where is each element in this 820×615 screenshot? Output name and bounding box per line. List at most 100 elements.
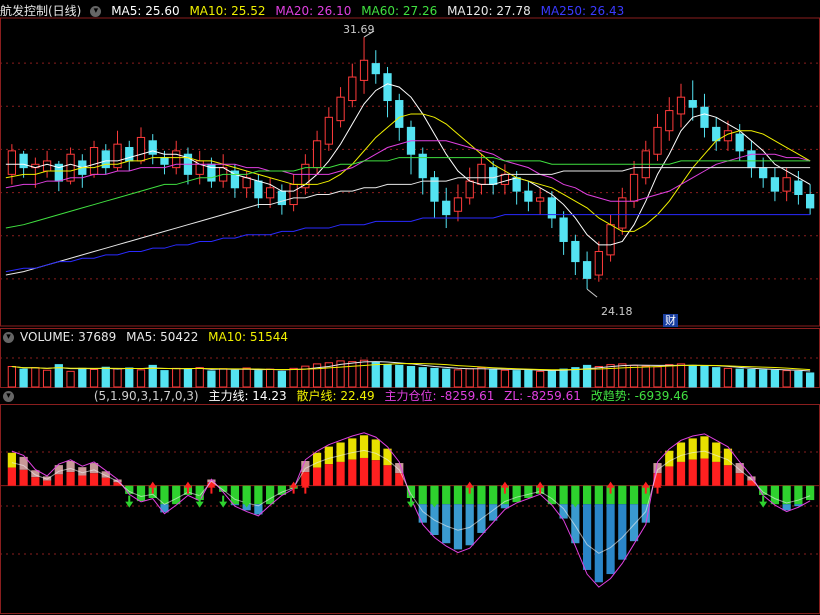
candle: [336, 87, 345, 128]
candle-body: [794, 180, 803, 195]
ma10-value: MA10: 25.52: [189, 4, 266, 18]
indicator-bar-upper: [618, 485, 627, 505]
volume-bar: [31, 367, 40, 388]
indicator-bar: [254, 485, 263, 515]
indicator-bar: [477, 485, 486, 533]
volume-bar: [735, 368, 744, 388]
candle-body: [289, 183, 298, 206]
volume-bar: [712, 367, 721, 388]
volume-options-icon[interactable]: ▾: [3, 332, 14, 343]
candle-body: [805, 193, 815, 209]
indicator-bar-upper: [489, 485, 498, 505]
candle: [535, 187, 545, 215]
indicator-bar-lower: [54, 474, 63, 486]
candle: [219, 154, 228, 188]
candle-body: [7, 150, 17, 175]
indicator-bar: [359, 435, 369, 486]
candle: [770, 167, 780, 202]
candle: [371, 50, 380, 84]
candle: [594, 241, 603, 282]
indicator-bar-upper: [700, 436, 709, 459]
candle: [453, 184, 463, 222]
indicator-bar-lower: [359, 457, 369, 486]
indicator-bar: [395, 463, 404, 486]
volume-bar: [66, 370, 75, 388]
candle: [78, 154, 87, 188]
indicator-bar: [442, 485, 451, 544]
candle-body: [348, 76, 357, 102]
candle-body: [735, 133, 744, 152]
volume-bar: [547, 369, 557, 388]
chart-options-icon[interactable]: ▾: [90, 6, 102, 17]
indicator-bar-lower: [31, 477, 40, 486]
candle: [805, 184, 815, 215]
volume-ma10: MA10: 51544: [208, 330, 289, 344]
indicator-bar-lower: [442, 504, 451, 544]
volume-bar: [688, 364, 697, 388]
indicator-bar-lower: [676, 461, 686, 486]
candle: [54, 160, 63, 192]
volume-bar: [524, 369, 533, 388]
candle: [571, 234, 580, 276]
indicator-bar-upper: [230, 485, 240, 505]
volume-bar: [277, 370, 287, 388]
ma60-value: MA60: 27.26: [361, 4, 438, 18]
indicator-bar: [712, 442, 721, 486]
indicator-bar: [665, 450, 674, 486]
candle-body: [66, 153, 75, 182]
candle: [700, 93, 709, 138]
volume-bar: [7, 366, 17, 388]
indicator-bar: [512, 485, 521, 503]
indicator-bar-lower: [66, 472, 75, 486]
candle: [101, 144, 110, 175]
volume-bar: [183, 368, 193, 388]
indicator-bar: [806, 485, 815, 501]
candle: [500, 164, 510, 195]
volume-bar: [512, 370, 521, 388]
indicator-bar-lower: [782, 504, 791, 511]
indicator-bar-upper: [66, 461, 75, 473]
indicator-bar-upper: [7, 452, 16, 468]
candle-body: [242, 177, 251, 189]
indicator-bar: [489, 485, 498, 521]
indicator-bar: [336, 442, 345, 486]
candle-body: [594, 251, 603, 276]
sell-arrow-icon: [219, 495, 228, 508]
volume-bar: [770, 369, 780, 388]
indicator-bar: [594, 485, 603, 583]
finance-badge[interactable]: 财: [663, 314, 678, 327]
indicator-bar: [629, 485, 639, 542]
indicator-options-icon[interactable]: ▾: [3, 391, 14, 402]
indicator-bar-lower: [383, 465, 392, 486]
indicator-bar: [383, 448, 392, 486]
candle: [618, 187, 627, 235]
candle-body: [453, 197, 463, 212]
volume-bar: [430, 367, 439, 388]
volume-bar: [395, 364, 404, 388]
candle-body: [125, 147, 134, 162]
candle-body: [277, 190, 287, 206]
indicator-bar-upper: [442, 485, 451, 505]
candle: [383, 66, 392, 118]
price-chart[interactable]: [0, 0, 820, 330]
indicator-bar-upper: [794, 485, 803, 505]
candle: [606, 214, 615, 262]
candle-body: [676, 96, 686, 115]
volume-value: VOLUME: 37689: [20, 330, 117, 344]
indicator-bar: [78, 467, 87, 486]
candle-body: [582, 261, 592, 279]
main-chart-frame: [0, 17, 820, 327]
candle-body: [136, 136, 146, 162]
volume-bar: [571, 367, 580, 388]
volume-bar: [42, 369, 52, 388]
candle: [442, 187, 451, 229]
candle: [348, 63, 357, 108]
volume-bar: [78, 367, 87, 388]
candle-body: [665, 110, 674, 132]
candle: [524, 181, 533, 212]
candle-body: [265, 187, 275, 199]
indicator-chart[interactable]: [0, 404, 820, 614]
indicator-bar-upper: [418, 485, 427, 505]
indicator-bar: [66, 461, 75, 486]
candle-body: [489, 167, 498, 185]
